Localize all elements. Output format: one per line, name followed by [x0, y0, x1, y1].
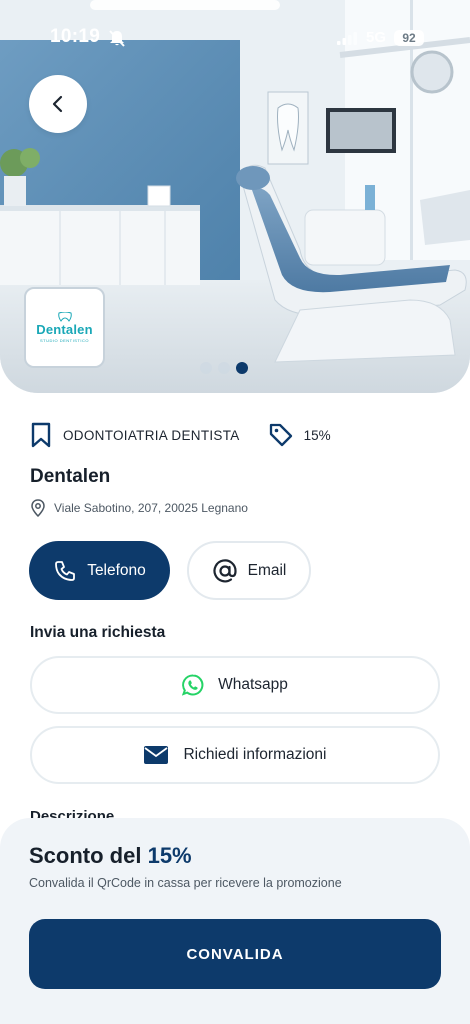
phone-label: Telefono: [87, 561, 146, 579]
promo-sheet: Sconto del 15% Convalida il QrCode in ca…: [0, 818, 470, 1024]
request-info-button[interactable]: Richiedi informazioni: [30, 726, 440, 784]
chevron-left-icon: [52, 95, 63, 113]
carousel-dots: [200, 362, 248, 374]
request-info-label: Richiedi informazioni: [183, 746, 327, 763]
status-time: 10:19: [50, 26, 101, 47]
category-row: ODONTOIATRIA DENTISTA 15%: [30, 422, 331, 448]
at-sign-icon: [213, 558, 237, 582]
logo-text: Dentalen: [36, 322, 93, 337]
tag-icon: [269, 423, 292, 447]
business-logo: Dentalen STUDIO DENTISTICO: [24, 287, 105, 368]
hero-image: 10:19 5G 92 Dentalen STUDIO DENTISTICO: [0, 0, 470, 393]
signal-icon: [337, 32, 357, 45]
tooth-logo-icon: [57, 312, 72, 322]
bookmark-icon: [31, 422, 51, 448]
convalida-button[interactable]: CONVALIDA: [29, 919, 441, 989]
logo-subtext: STUDIO DENTISTICO: [40, 338, 89, 343]
category-label: ODONTOIATRIA DENTISTA: [63, 427, 240, 443]
carousel-dot[interactable]: [218, 362, 230, 374]
request-section-title: Invia una richiesta: [30, 624, 166, 641]
whatsapp-icon: [182, 674, 204, 696]
battery-level: 92: [402, 31, 416, 45]
silent-bell-icon: [109, 30, 125, 47]
carousel-dot[interactable]: [200, 362, 212, 374]
promo-title: Sconto del 15%: [29, 843, 192, 869]
status-bar: 10:19 5G 92: [0, 26, 470, 50]
battery-icon: 92: [394, 30, 424, 46]
discount-label: 15%: [303, 427, 331, 443]
whatsapp-button[interactable]: Whatsapp: [30, 656, 440, 714]
promo-title-value: 15%: [147, 843, 192, 868]
carousel-dot-active[interactable]: [236, 362, 248, 374]
promo-subtitle: Convalida il QrCode in cassa per ricever…: [29, 876, 342, 890]
convalida-label: CONVALIDA: [186, 945, 284, 963]
address: Viale Sabotino, 207, 20025 Legnano: [30, 499, 248, 517]
address-text: Viale Sabotino, 207, 20025 Legnano: [54, 501, 248, 515]
envelope-icon: [144, 746, 169, 764]
business-name: Dentalen: [30, 466, 111, 487]
network-type: 5G: [366, 29, 387, 46]
email-button[interactable]: Email: [187, 541, 311, 600]
phone-icon: [55, 560, 76, 581]
location-pin-icon: [31, 499, 45, 517]
back-button[interactable]: [29, 75, 87, 133]
whatsapp-label: Whatsapp: [218, 676, 288, 693]
promo-title-prefix: Sconto del: [29, 843, 142, 868]
email-label: Email: [247, 561, 287, 579]
phone-button[interactable]: Telefono: [29, 541, 170, 600]
